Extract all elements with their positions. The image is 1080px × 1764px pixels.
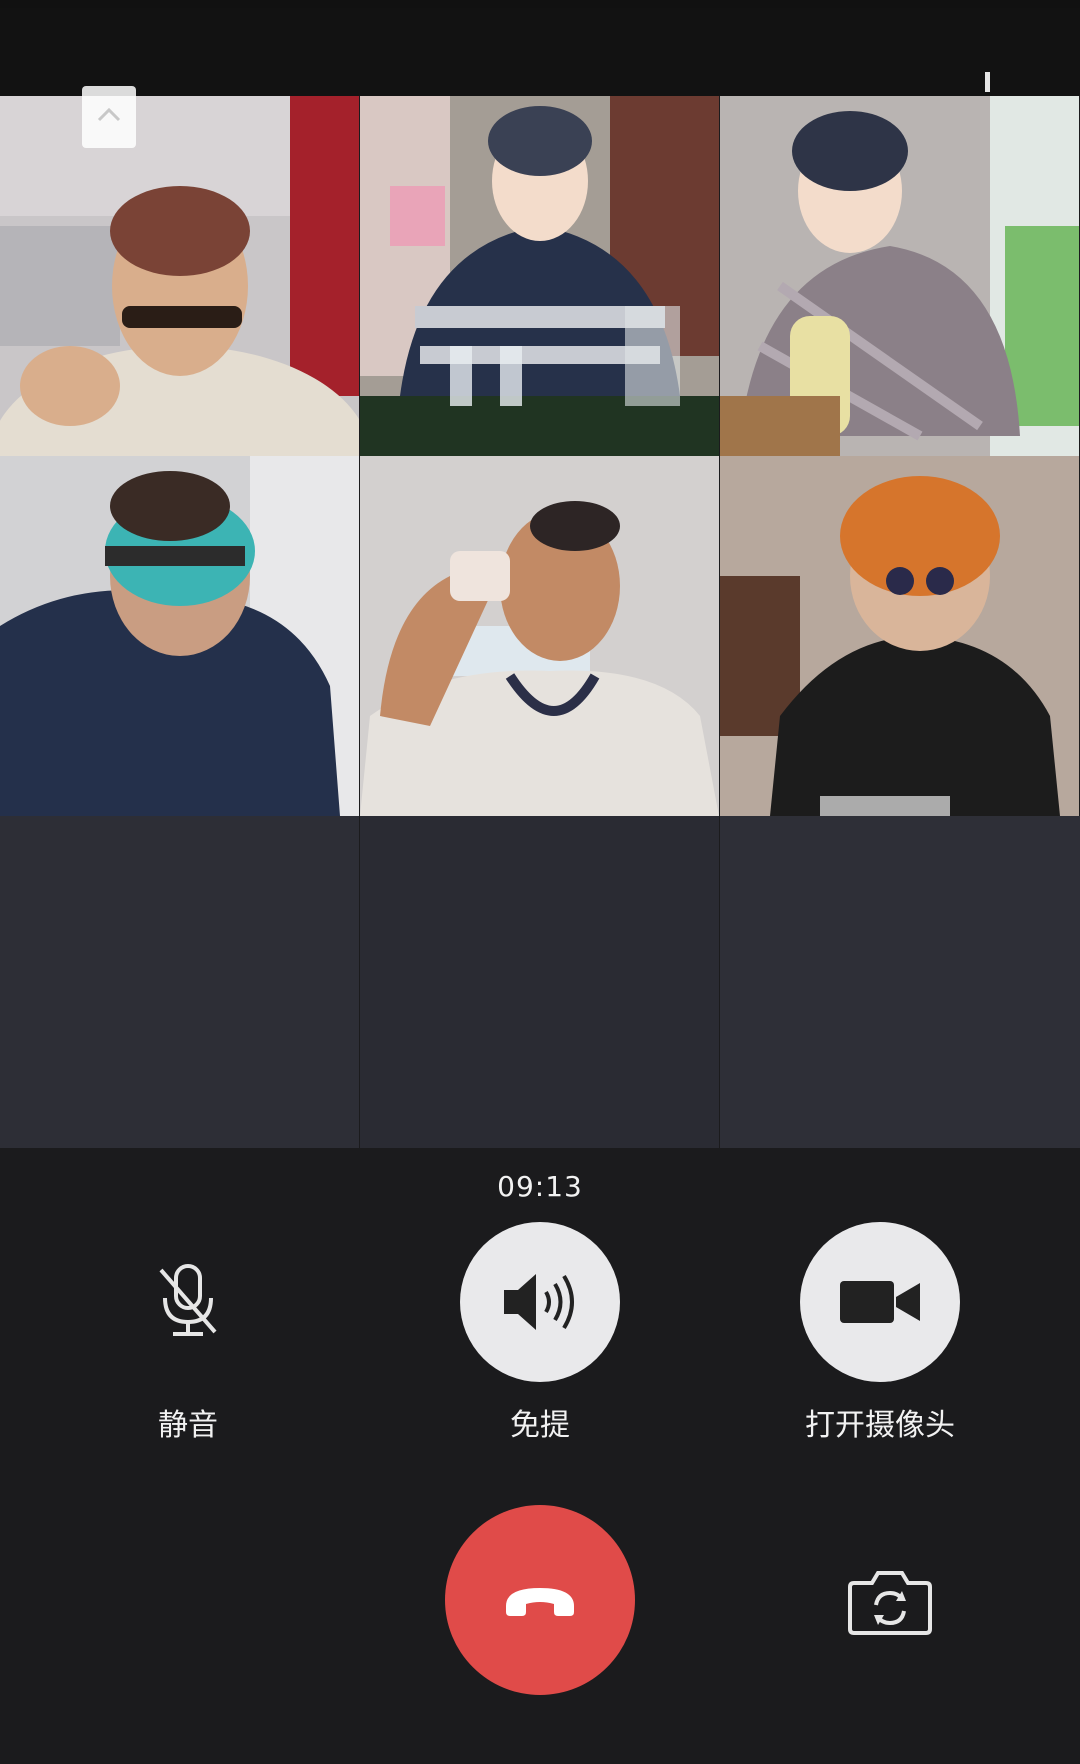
call-timer: 09:13: [497, 1170, 583, 1203]
participant-video: [0, 456, 359, 816]
hangup-button[interactable]: [445, 1505, 635, 1695]
top-bar: [0, 8, 1080, 96]
empty-participant-slot: [360, 816, 719, 1148]
mute-button[interactable]: 静音: [108, 1222, 268, 1444]
participant-video: [720, 456, 1079, 816]
speaker-icon: [504, 1274, 574, 1330]
switch-camera-button[interactable]: [848, 1567, 932, 1635]
mute-label: 静音: [158, 1408, 218, 1443]
participant-video-tile[interactable]: [0, 456, 359, 816]
chevron-up-icon: [97, 107, 121, 122]
speaker-label: 免提: [510, 1408, 570, 1443]
add-member-icon[interactable]: [975, 72, 990, 92]
camera-circle: [800, 1222, 960, 1382]
status-bar: [0, 0, 1080, 8]
participant-video: [0, 96, 359, 456]
participant-video: [720, 96, 1079, 456]
participant-video-tile[interactable]: [360, 456, 719, 816]
participant-video: [360, 456, 719, 816]
empty-participant-slot: [0, 816, 359, 1148]
phone-hangup-icon: [506, 1588, 574, 1616]
camera-label: 打开摄像头: [805, 1408, 955, 1443]
minimize-button[interactable]: [82, 86, 136, 148]
empty-participant-slot: [720, 816, 1080, 1148]
participant-video-tile[interactable]: [360, 96, 719, 456]
participant-video-tile[interactable]: [0, 96, 359, 456]
participant-video: [360, 96, 719, 456]
microphone-off-icon: [159, 1264, 217, 1336]
participant-video-tile[interactable]: [720, 96, 1079, 456]
participant-grid: [0, 96, 1080, 1148]
switch-camera-icon: [848, 1571, 932, 1635]
camera-button[interactable]: 打开摄像头: [780, 1222, 980, 1444]
video-camera-icon: [840, 1281, 920, 1323]
speaker-button[interactable]: 免提: [460, 1222, 620, 1444]
mute-icon-container: [108, 1222, 268, 1382]
speaker-circle: [460, 1222, 620, 1382]
participant-video-tile[interactable]: [720, 456, 1079, 816]
